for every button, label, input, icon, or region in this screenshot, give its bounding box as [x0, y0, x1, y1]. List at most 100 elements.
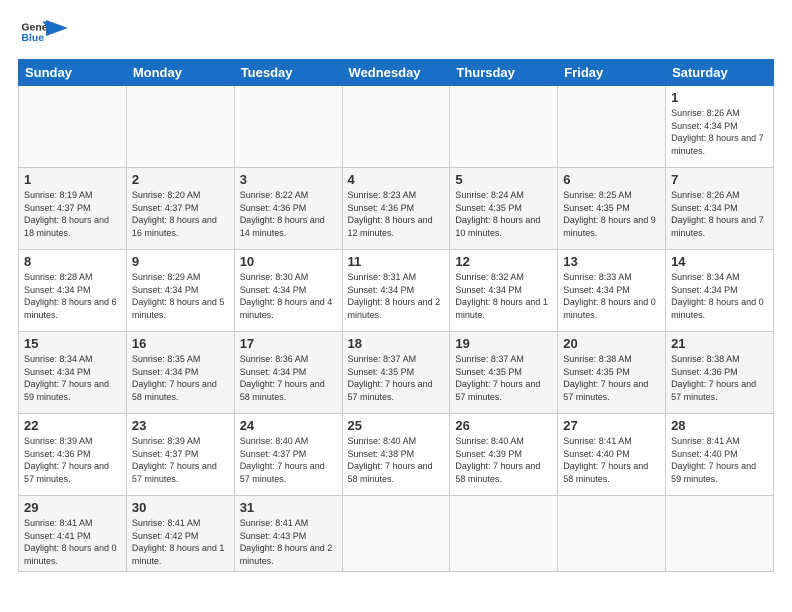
day-info: Sunrise: 8:22 AMSunset: 4:36 PMDaylight:…: [240, 190, 325, 238]
calendar-cell: 2 Sunrise: 8:20 AMSunset: 4:37 PMDayligh…: [126, 168, 234, 250]
logo-flag-icon: [46, 20, 68, 42]
calendar-cell: 21 Sunrise: 8:38 AMSunset: 4:36 PMDaylig…: [666, 332, 774, 414]
calendar-cell: 14 Sunrise: 8:34 AMSunset: 4:34 PMDaylig…: [666, 250, 774, 332]
header: General Blue: [18, 18, 774, 51]
day-info: Sunrise: 8:25 AMSunset: 4:35 PMDaylight:…: [563, 190, 656, 238]
calendar-cell: 7 Sunrise: 8:26 AMSunset: 4:34 PMDayligh…: [666, 168, 774, 250]
day-number: 3: [240, 172, 337, 187]
calendar-cell: 5 Sunrise: 8:24 AMSunset: 4:35 PMDayligh…: [450, 168, 558, 250]
calendar-cell: [126, 86, 234, 168]
calendar-cell: [19, 86, 127, 168]
calendar-header-tuesday: Tuesday: [234, 60, 342, 86]
day-info: Sunrise: 8:33 AMSunset: 4:34 PMDaylight:…: [563, 272, 656, 320]
calendar-header-friday: Friday: [558, 60, 666, 86]
day-number: 24: [240, 418, 337, 433]
calendar-cell: [234, 86, 342, 168]
day-info: Sunrise: 8:41 AMSunset: 4:40 PMDaylight:…: [563, 436, 648, 484]
day-info: Sunrise: 8:40 AMSunset: 4:38 PMDaylight:…: [348, 436, 433, 484]
day-number: 4: [348, 172, 445, 187]
calendar-cell: [558, 86, 666, 168]
day-info: Sunrise: 8:23 AMSunset: 4:36 PMDaylight:…: [348, 190, 433, 238]
calendar-header-thursday: Thursday: [450, 60, 558, 86]
calendar-cell: 13 Sunrise: 8:33 AMSunset: 4:34 PMDaylig…: [558, 250, 666, 332]
calendar-cell: 11 Sunrise: 8:31 AMSunset: 4:34 PMDaylig…: [342, 250, 450, 332]
day-info: Sunrise: 8:35 AMSunset: 4:34 PMDaylight:…: [132, 354, 217, 402]
day-info: Sunrise: 8:38 AMSunset: 4:36 PMDaylight:…: [671, 354, 756, 402]
calendar-cell: 22 Sunrise: 8:39 AMSunset: 4:36 PMDaylig…: [19, 414, 127, 496]
calendar-cell: 12 Sunrise: 8:32 AMSunset: 4:34 PMDaylig…: [450, 250, 558, 332]
day-number: 12: [455, 254, 552, 269]
calendar-cell: 9 Sunrise: 8:29 AMSunset: 4:34 PMDayligh…: [126, 250, 234, 332]
calendar-cell: 30 Sunrise: 8:41 AMSunset: 4:42 PMDaylig…: [126, 496, 234, 572]
calendar-table: SundayMondayTuesdayWednesdayThursdayFrid…: [18, 59, 774, 572]
day-number: 5: [455, 172, 552, 187]
day-number: 16: [132, 336, 229, 351]
calendar-header-sunday: Sunday: [19, 60, 127, 86]
day-info: Sunrise: 8:31 AMSunset: 4:34 PMDaylight:…: [348, 272, 441, 320]
calendar-cell: 15 Sunrise: 8:34 AMSunset: 4:34 PMDaylig…: [19, 332, 127, 414]
calendar-header-row: SundayMondayTuesdayWednesdayThursdayFrid…: [19, 60, 774, 86]
logo: General Blue: [18, 18, 68, 51]
day-number: 8: [24, 254, 121, 269]
day-info: Sunrise: 8:19 AMSunset: 4:37 PMDaylight:…: [24, 190, 109, 238]
day-number: 13: [563, 254, 660, 269]
svg-text:Blue: Blue: [21, 32, 44, 44]
calendar-cell: 27 Sunrise: 8:41 AMSunset: 4:40 PMDaylig…: [558, 414, 666, 496]
day-number: 14: [671, 254, 768, 269]
day-number: 21: [671, 336, 768, 351]
day-info: Sunrise: 8:39 AMSunset: 4:36 PMDaylight:…: [24, 436, 109, 484]
day-info: Sunrise: 8:32 AMSunset: 4:34 PMDaylight:…: [455, 272, 548, 320]
day-info: Sunrise: 8:38 AMSunset: 4:35 PMDaylight:…: [563, 354, 648, 402]
day-info: Sunrise: 8:34 AMSunset: 4:34 PMDaylight:…: [24, 354, 109, 402]
day-number: 9: [132, 254, 229, 269]
day-info: Sunrise: 8:26 AMSunset: 4:34 PMDaylight:…: [671, 108, 764, 156]
day-info: Sunrise: 8:41 AMSunset: 4:43 PMDaylight:…: [240, 518, 333, 566]
calendar-cell: [450, 496, 558, 572]
day-info: Sunrise: 8:41 AMSunset: 4:40 PMDaylight:…: [671, 436, 756, 484]
calendar-cell: 29 Sunrise: 8:41 AMSunset: 4:41 PMDaylig…: [19, 496, 127, 572]
day-info: Sunrise: 8:37 AMSunset: 4:35 PMDaylight:…: [348, 354, 433, 402]
calendar-header-wednesday: Wednesday: [342, 60, 450, 86]
day-number: 7: [671, 172, 768, 187]
calendar-cell: 24 Sunrise: 8:40 AMSunset: 4:37 PMDaylig…: [234, 414, 342, 496]
day-info: Sunrise: 8:37 AMSunset: 4:35 PMDaylight:…: [455, 354, 540, 402]
day-number: 17: [240, 336, 337, 351]
day-info: Sunrise: 8:41 AMSunset: 4:41 PMDaylight:…: [24, 518, 117, 566]
calendar-cell: 1 Sunrise: 8:26 AMSunset: 4:34 PMDayligh…: [666, 86, 774, 168]
calendar-cell: [342, 496, 450, 572]
day-info: Sunrise: 8:30 AMSunset: 4:34 PMDaylight:…: [240, 272, 333, 320]
day-number: 28: [671, 418, 768, 433]
day-info: Sunrise: 8:34 AMSunset: 4:34 PMDaylight:…: [671, 272, 764, 320]
calendar-cell: 16 Sunrise: 8:35 AMSunset: 4:34 PMDaylig…: [126, 332, 234, 414]
calendar-cell: 20 Sunrise: 8:38 AMSunset: 4:35 PMDaylig…: [558, 332, 666, 414]
calendar-header-saturday: Saturday: [666, 60, 774, 86]
calendar-cell: [558, 496, 666, 572]
day-info: Sunrise: 8:40 AMSunset: 4:37 PMDaylight:…: [240, 436, 325, 484]
calendar-cell: [342, 86, 450, 168]
day-number: 31: [240, 500, 337, 515]
day-number: 15: [24, 336, 121, 351]
calendar-cell: 6 Sunrise: 8:25 AMSunset: 4:35 PMDayligh…: [558, 168, 666, 250]
day-number: 30: [132, 500, 229, 515]
day-info: Sunrise: 8:20 AMSunset: 4:37 PMDaylight:…: [132, 190, 217, 238]
day-number: 29: [24, 500, 121, 515]
calendar-cell: 17 Sunrise: 8:36 AMSunset: 4:34 PMDaylig…: [234, 332, 342, 414]
day-number: 1: [24, 172, 121, 187]
day-info: Sunrise: 8:24 AMSunset: 4:35 PMDaylight:…: [455, 190, 540, 238]
calendar-cell: 31 Sunrise: 8:41 AMSunset: 4:43 PMDaylig…: [234, 496, 342, 572]
day-info: Sunrise: 8:28 AMSunset: 4:34 PMDaylight:…: [24, 272, 117, 320]
calendar-cell: 8 Sunrise: 8:28 AMSunset: 4:34 PMDayligh…: [19, 250, 127, 332]
day-info: Sunrise: 8:41 AMSunset: 4:42 PMDaylight:…: [132, 518, 225, 566]
day-number: 22: [24, 418, 121, 433]
day-number: 20: [563, 336, 660, 351]
day-info: Sunrise: 8:36 AMSunset: 4:34 PMDaylight:…: [240, 354, 325, 402]
day-info: Sunrise: 8:40 AMSunset: 4:39 PMDaylight:…: [455, 436, 540, 484]
calendar-cell: 23 Sunrise: 8:39 AMSunset: 4:37 PMDaylig…: [126, 414, 234, 496]
calendar-cell: 25 Sunrise: 8:40 AMSunset: 4:38 PMDaylig…: [342, 414, 450, 496]
calendar-cell: 3 Sunrise: 8:22 AMSunset: 4:36 PMDayligh…: [234, 168, 342, 250]
day-number: 26: [455, 418, 552, 433]
calendar-cell: 4 Sunrise: 8:23 AMSunset: 4:36 PMDayligh…: [342, 168, 450, 250]
day-info: Sunrise: 8:29 AMSunset: 4:34 PMDaylight:…: [132, 272, 225, 320]
day-info: Sunrise: 8:39 AMSunset: 4:37 PMDaylight:…: [132, 436, 217, 484]
calendar-header-monday: Monday: [126, 60, 234, 86]
